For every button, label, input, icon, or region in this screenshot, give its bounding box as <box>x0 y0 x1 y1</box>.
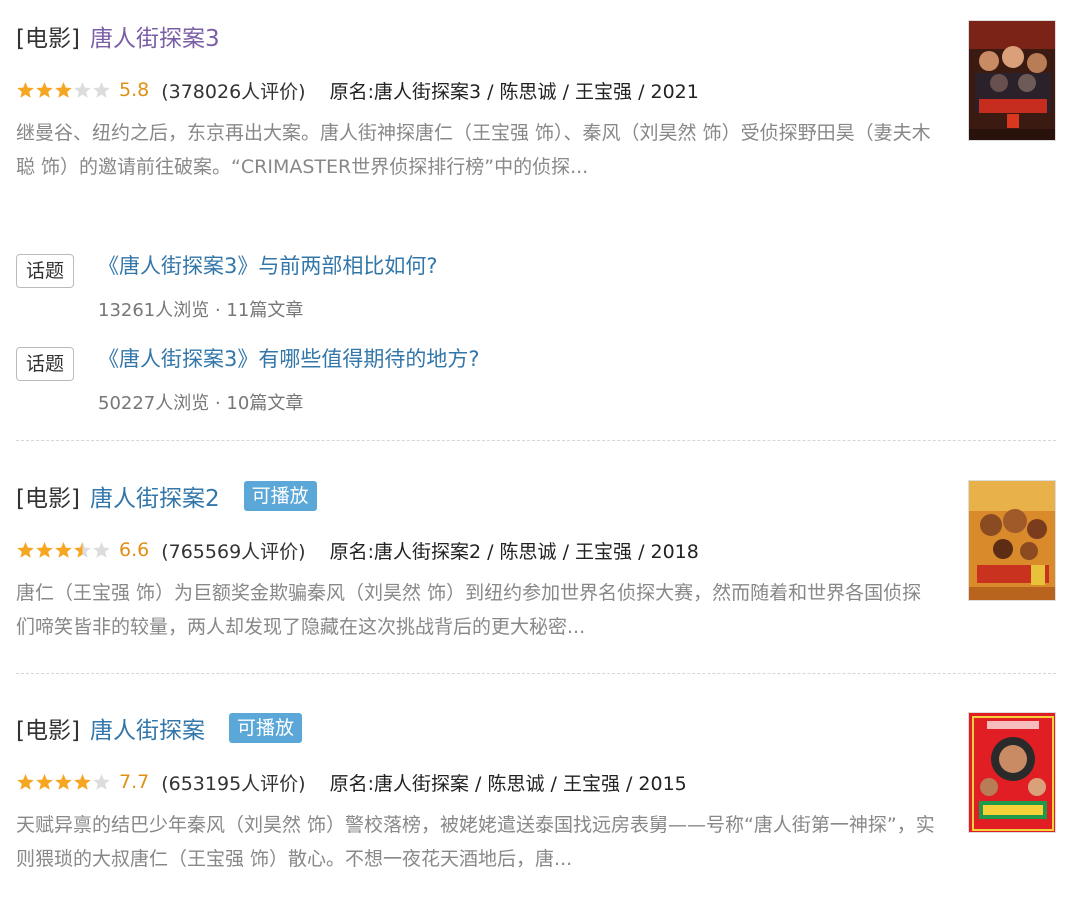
result-title-row: [电影] 唐人街探案 可播放 <box>16 710 302 746</box>
search-result: [电影] 唐人街探案3 5.8 (378026人评价) 原名:唐人街探案3 / … <box>16 18 1056 438</box>
star-icon <box>93 774 110 790</box>
playable-badge[interactable]: 可播放 <box>228 713 302 743</box>
movie-title-link[interactable]: 唐人街探案3 <box>90 19 220 53</box>
topic-item: 话题 《唐人街探案3》有哪些值得期待的地方? 50227人浏览 · 10篇文章 <box>16 343 916 414</box>
search-result: [电影] 唐人街探案2 可播放 6.6 (765569人评价) 原名:唐人街探案… <box>16 478 1056 648</box>
result-title-row: [电影] 唐人街探案2 可播放 <box>16 478 317 514</box>
movie-poster[interactable] <box>968 712 1056 833</box>
rating-score: 7.7 <box>119 771 150 793</box>
movie-description: 唐仁（王宝强 饰）为巨额奖金欺骗秦风（刘昊然 饰）到纽约参加世界名侦探大赛，然而… <box>16 582 922 638</box>
result-divider <box>16 673 1056 674</box>
poster-image-3 <box>969 21 1055 140</box>
movie-poster[interactable] <box>968 20 1056 141</box>
rating-score: 6.6 <box>119 539 150 561</box>
star-icon <box>17 542 34 558</box>
movie-poster[interactable] <box>968 480 1056 601</box>
vote-count: (653195人评价) <box>161 772 306 795</box>
movie-description: 继曼谷、纽约之后，东京再出大案。唐人街神探唐仁（王宝强 饰）、秦风（刘昊然 饰）… <box>16 122 931 178</box>
movie-meta: 原名:唐人街探案 / 陈思诚 / 王宝强 / 2015 <box>329 772 687 795</box>
star-icon <box>17 82 34 98</box>
movie-description: 天赋异禀的结巴少年秦风（刘昊然 饰）警校落榜，被姥姥遣送泰国找远房表舅——号称“… <box>16 814 935 870</box>
star-icon <box>93 542 110 558</box>
star-icon <box>93 82 110 98</box>
star-icon <box>36 542 53 558</box>
star-icon <box>36 774 53 790</box>
star-icon <box>74 774 91 790</box>
star-icon <box>36 82 53 98</box>
topic-tag: 话题 <box>16 254 75 288</box>
movie-meta: 原名:唐人街探案3 / 陈思诚 / 王宝强 / 2021 <box>329 80 699 103</box>
rating-row: 7.7 (653195人评价) 原名:唐人街探案 / 陈思诚 / 王宝强 / 2… <box>16 768 687 796</box>
star-icon <box>55 774 72 790</box>
search-result: [电影] 唐人街探案 可播放 7.7 (653195人评价) 原名:唐人街探案 … <box>16 710 1056 880</box>
star-icon <box>55 82 72 98</box>
playable-badge[interactable]: 可播放 <box>243 481 317 511</box>
movie-title-link[interactable]: 唐人街探案2 <box>90 479 220 513</box>
star-icon <box>17 774 34 790</box>
result-title-row: [电影] 唐人街探案3 <box>16 18 220 54</box>
star-rating <box>16 773 111 791</box>
star-icon <box>74 82 91 98</box>
category-label: [电影] <box>16 718 80 744</box>
topic-title-link[interactable]: 《唐人街探案3》有哪些值得期待的地方? <box>98 343 480 373</box>
rating-score: 5.8 <box>119 79 150 101</box>
star-icon <box>74 542 91 558</box>
star-rating <box>16 541 111 559</box>
category-label: [电影] <box>16 486 80 512</box>
topic-item: 话题 《唐人街探案3》与前两部相比如何? 13261人浏览 · 11篇文章 <box>16 250 916 321</box>
topic-stats: 50227人浏览 · 10篇文章 <box>98 393 304 414</box>
vote-count: (765569人评价) <box>161 540 306 563</box>
vote-count: (378026人评价) <box>161 80 306 103</box>
result-divider <box>16 440 1056 441</box>
poster-image-1 <box>969 713 1055 832</box>
star-icon <box>55 542 72 558</box>
movie-meta: 原名:唐人街探案2 / 陈思诚 / 王宝强 / 2018 <box>329 540 699 563</box>
poster-image-2 <box>969 481 1055 600</box>
topic-title-link[interactable]: 《唐人街探案3》与前两部相比如何? <box>98 250 438 280</box>
rating-row: 6.6 (765569人评价) 原名:唐人街探案2 / 陈思诚 / 王宝强 / … <box>16 536 699 564</box>
category-label: [电影] <box>16 26 80 52</box>
star-rating <box>16 81 111 99</box>
rating-row: 5.8 (378026人评价) 原名:唐人街探案3 / 陈思诚 / 王宝强 / … <box>16 76 699 104</box>
topic-stats: 13261人浏览 · 11篇文章 <box>98 300 304 321</box>
movie-title-link[interactable]: 唐人街探案 <box>90 711 205 745</box>
topic-tag: 话题 <box>16 347 75 381</box>
